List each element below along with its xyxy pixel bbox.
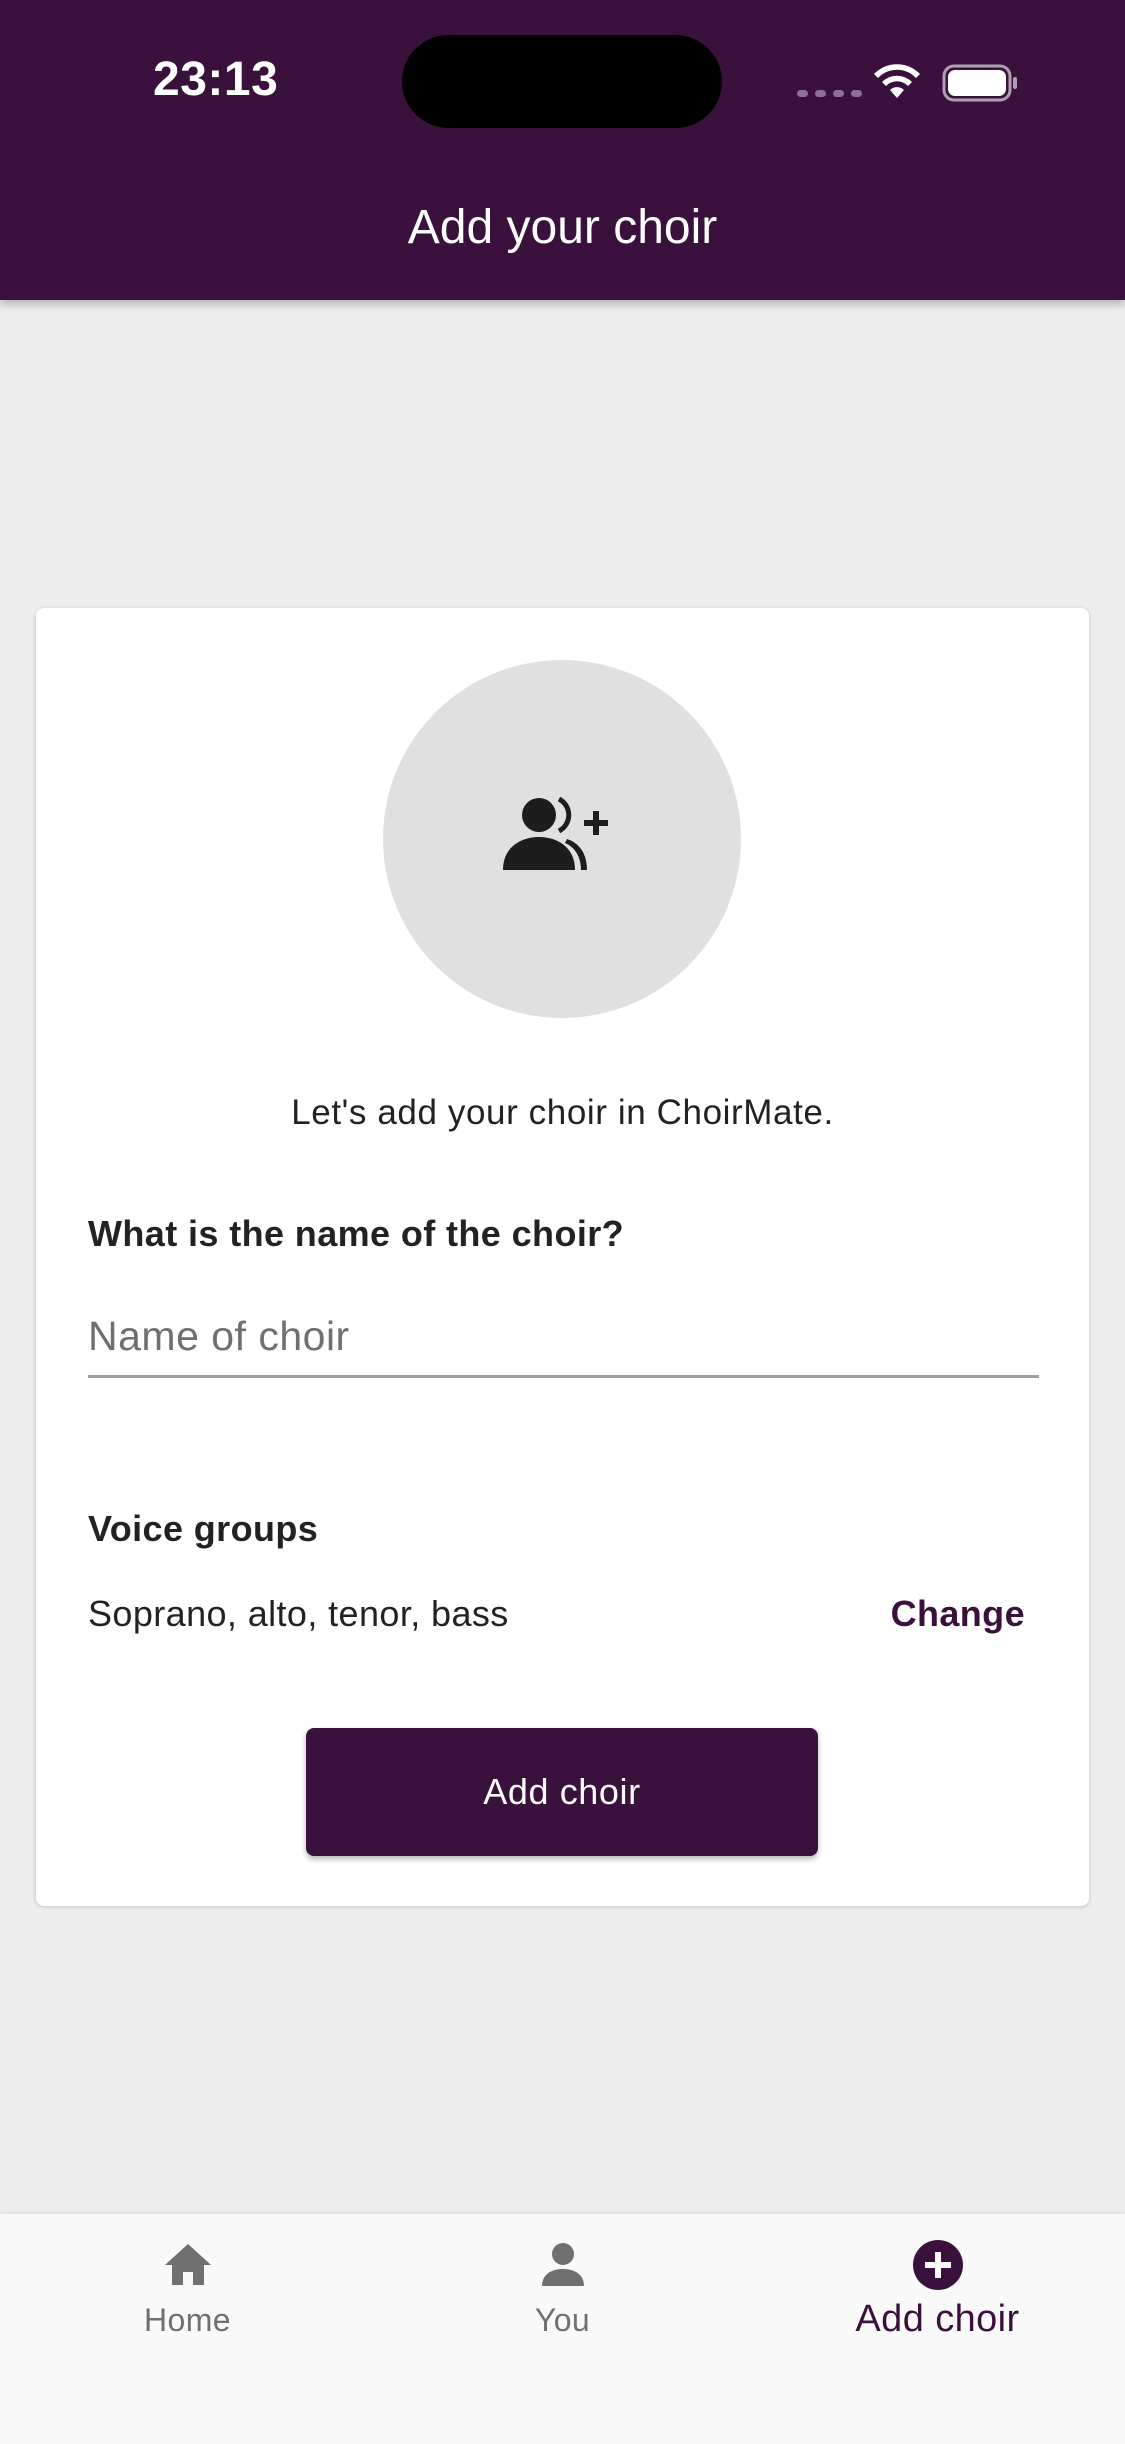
app-header: 23:13 Add your choir: [0, 0, 1125, 300]
add-choir-button[interactable]: Add choir: [306, 1728, 818, 1856]
nav-item-you[interactable]: You: [375, 2214, 750, 2414]
nav-label-you: You: [534, 2302, 591, 2338]
page-title: Add your choir: [407, 201, 718, 254]
nav-item-home[interactable]: Home: [0, 2214, 375, 2414]
choir-avatar[interactable]: [383, 660, 741, 1018]
nav-label-home: Home: [144, 2302, 231, 2338]
bottom-navigation: Home You Add choir: [0, 2214, 1125, 2444]
nav-label-add-choir: Add choir: [855, 2298, 1020, 2340]
app-screen: 23:13 Add your choir Let's add your choi…: [0, 0, 1125, 2444]
group-add-icon: [503, 796, 608, 870]
choir-name-input[interactable]: [88, 1298, 1039, 1378]
dynamic-island: [402, 35, 722, 128]
intro-text: Let's add your choir in ChoirMate.: [291, 1093, 834, 1132]
add-circle-icon: [912, 2240, 963, 2290]
cellular-signal-icon: [797, 90, 862, 97]
person-icon: [541, 2243, 584, 2286]
home-icon: [164, 2244, 211, 2285]
add-choir-card: Let's add your choir in ChoirMate. What …: [36, 608, 1089, 1906]
voice-groups-value: Soprano, alto, tenor, bass: [88, 1593, 509, 1634]
status-time: 23:13: [153, 53, 279, 106]
battery-icon: [942, 64, 1017, 102]
wifi-icon: [874, 64, 920, 98]
change-voice-groups-button[interactable]: Change: [891, 1593, 1025, 1635]
nav-item-add-choir[interactable]: Add choir: [750, 2214, 1125, 2414]
voice-groups-label: Voice groups: [88, 1508, 319, 1549]
choir-name-label: What is the name of the choir?: [88, 1213, 625, 1254]
